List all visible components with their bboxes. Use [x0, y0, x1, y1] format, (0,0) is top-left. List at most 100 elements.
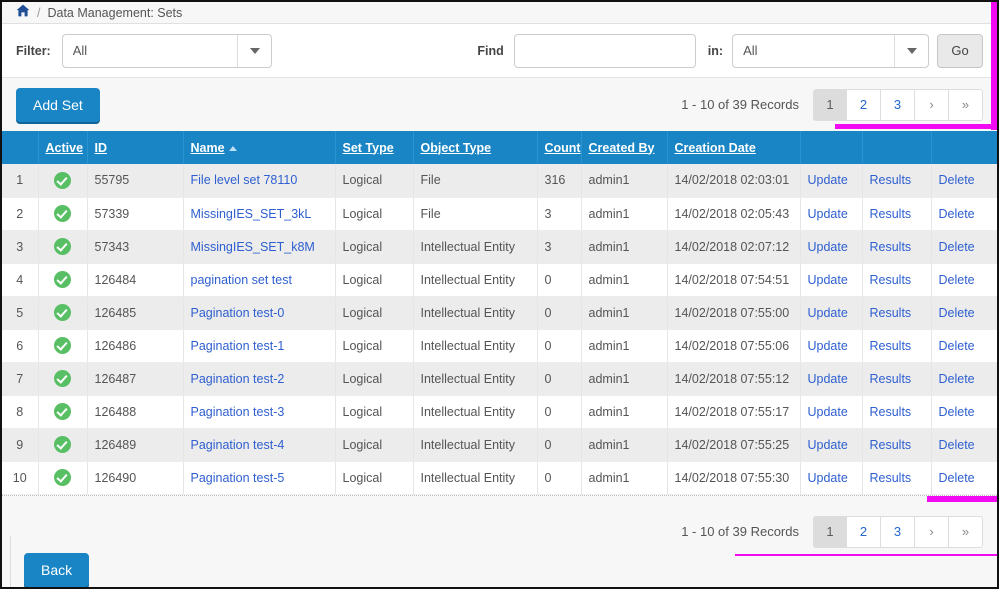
add-set-button[interactable]: Add Set — [16, 87, 100, 122]
row-index: 1 — [2, 164, 39, 198]
home-icon[interactable] — [16, 4, 30, 22]
table-row: 6 126486 Pagination test-1 Logical Intellect… — [2, 329, 997, 363]
results-link[interactable]: Results — [870, 372, 912, 386]
back-button[interactable]: Back — [24, 552, 90, 587]
row-name-cell: Pagination test-4 — [183, 428, 336, 462]
pager-page-3[interactable]: 3 — [881, 88, 915, 121]
row-delete-cell: Delete — [931, 164, 997, 198]
pager-bottom-next-button[interactable]: › — [915, 515, 949, 548]
col-header-created-by[interactable]: Created By — [581, 131, 668, 164]
results-link[interactable]: Results — [870, 405, 912, 419]
delete-link[interactable]: Delete — [939, 339, 975, 353]
delete-link[interactable]: Delete — [939, 240, 975, 254]
delete-link[interactable]: Delete — [939, 372, 975, 386]
row-object-type: Intellectual Entity — [413, 461, 538, 495]
col-header-count[interactable]: Count — [537, 131, 582, 164]
delete-link[interactable]: Delete — [939, 207, 975, 221]
pager-next-button[interactable]: › — [915, 88, 949, 121]
results-link[interactable]: Results — [870, 207, 912, 221]
col-header-creation-date[interactable]: Creation Date — [667, 131, 801, 164]
update-link[interactable]: Update — [808, 273, 848, 287]
row-index: 9 — [2, 428, 39, 462]
results-link[interactable]: Results — [870, 273, 912, 287]
results-link[interactable]: Results — [870, 306, 912, 320]
row-set-type: Logical — [335, 461, 414, 495]
row-id: 126484 — [87, 263, 184, 297]
col-header-set-type[interactable]: Set Type — [335, 131, 414, 164]
row-id: 57343 — [87, 230, 184, 264]
results-link[interactable]: Results — [870, 339, 912, 353]
update-link[interactable]: Update — [808, 471, 848, 485]
set-name-link[interactable]: Pagination test-2 — [191, 372, 285, 386]
row-active-cell — [38, 329, 88, 363]
pager-top: 1 2 3 › » — [813, 88, 983, 121]
delete-link[interactable]: Delete — [939, 173, 975, 187]
active-check-icon — [54, 171, 71, 189]
update-link[interactable]: Update — [808, 240, 848, 254]
pager-last-button[interactable]: » — [949, 88, 983, 121]
results-link[interactable]: Results — [870, 240, 912, 254]
active-check-icon — [54, 436, 71, 453]
results-link[interactable]: Results — [870, 438, 912, 452]
row-update-cell: Update — [800, 461, 863, 495]
filter-select[interactable]: All — [61, 33, 273, 68]
pager-bottom-page-2[interactable]: 2 — [847, 515, 881, 548]
annotation-underline-bottom-2 — [735, 554, 997, 556]
row-results-cell: Results — [862, 395, 932, 429]
row-object-type: File — [413, 164, 538, 198]
update-link[interactable]: Update — [808, 438, 848, 452]
pager-bottom: 1 2 3 › » — [813, 515, 983, 548]
delete-link[interactable]: Delete — [939, 438, 975, 452]
update-link[interactable]: Update — [808, 405, 848, 419]
row-created-by: admin1 — [581, 395, 668, 429]
page-title: Data Management: Sets — [47, 5, 183, 20]
row-name-cell: Pagination test-1 — [183, 329, 336, 363]
set-name-link[interactable]: Pagination test-0 — [191, 306, 285, 320]
delete-link[interactable]: Delete — [939, 471, 975, 485]
delete-link[interactable]: Delete — [939, 405, 975, 419]
chevron-down-icon — [237, 34, 271, 67]
delete-link[interactable]: Delete — [939, 273, 975, 287]
set-name-link[interactable]: Pagination test-4 — [191, 438, 285, 452]
row-name-cell: MissingIES_SET_k8M — [183, 230, 336, 264]
pager-bottom-page-1[interactable]: 1 — [813, 515, 847, 548]
col-header-active[interactable]: Active — [38, 131, 88, 164]
find-scope-select[interactable]: All — [732, 33, 929, 68]
row-update-cell: Update — [800, 197, 863, 231]
application-window: / Data Management: Sets Filter: All Find… — [0, 0, 999, 589]
delete-link[interactable]: Delete — [939, 306, 975, 320]
table-row: 8 126488 Pagination test-3 Logical Intellect… — [2, 395, 997, 429]
row-created-by: admin1 — [581, 428, 668, 462]
row-results-cell: Results — [862, 164, 932, 198]
update-link[interactable]: Update — [808, 339, 848, 353]
results-link[interactable]: Results — [870, 173, 912, 187]
set-name-link[interactable]: Pagination test-5 — [191, 471, 285, 485]
set-name-link[interactable]: File level set 78110 — [191, 173, 298, 187]
results-link[interactable]: Results — [870, 471, 912, 485]
set-name-link[interactable]: Pagination test-3 — [191, 405, 285, 419]
col-header-name[interactable]: Name — [183, 131, 336, 164]
pager-page-2[interactable]: 2 — [847, 88, 881, 121]
active-check-icon — [54, 370, 71, 387]
set-name-link[interactable]: Pagination test-1 — [191, 339, 285, 353]
update-link[interactable]: Update — [808, 207, 848, 221]
row-creation-date: 14/02/2018 07:55:30 — [667, 461, 801, 495]
set-name-link[interactable]: MissingIES_SET_k8M — [191, 240, 315, 254]
go-button[interactable]: Go — [937, 33, 983, 68]
pager-page-1[interactable]: 1 — [813, 88, 847, 121]
row-index: 10 — [2, 461, 39, 495]
active-check-icon — [54, 337, 71, 354]
update-link[interactable]: Update — [808, 372, 848, 386]
update-link[interactable]: Update — [808, 173, 848, 187]
pager-bottom-page-3[interactable]: 3 — [881, 515, 915, 548]
annotation-underline-top — [835, 124, 997, 129]
update-link[interactable]: Update — [808, 306, 848, 320]
set-name-link[interactable]: MissingIES_SET_3kL — [191, 207, 312, 221]
set-name-link[interactable]: pagination set test — [191, 273, 292, 287]
find-input[interactable] — [513, 33, 696, 68]
active-check-icon — [54, 469, 71, 486]
col-header-id[interactable]: ID — [87, 131, 184, 164]
pager-bottom-last-button[interactable]: » — [949, 515, 983, 548]
active-check-icon — [54, 271, 71, 288]
col-header-object-type[interactable]: Object Type — [413, 131, 538, 164]
